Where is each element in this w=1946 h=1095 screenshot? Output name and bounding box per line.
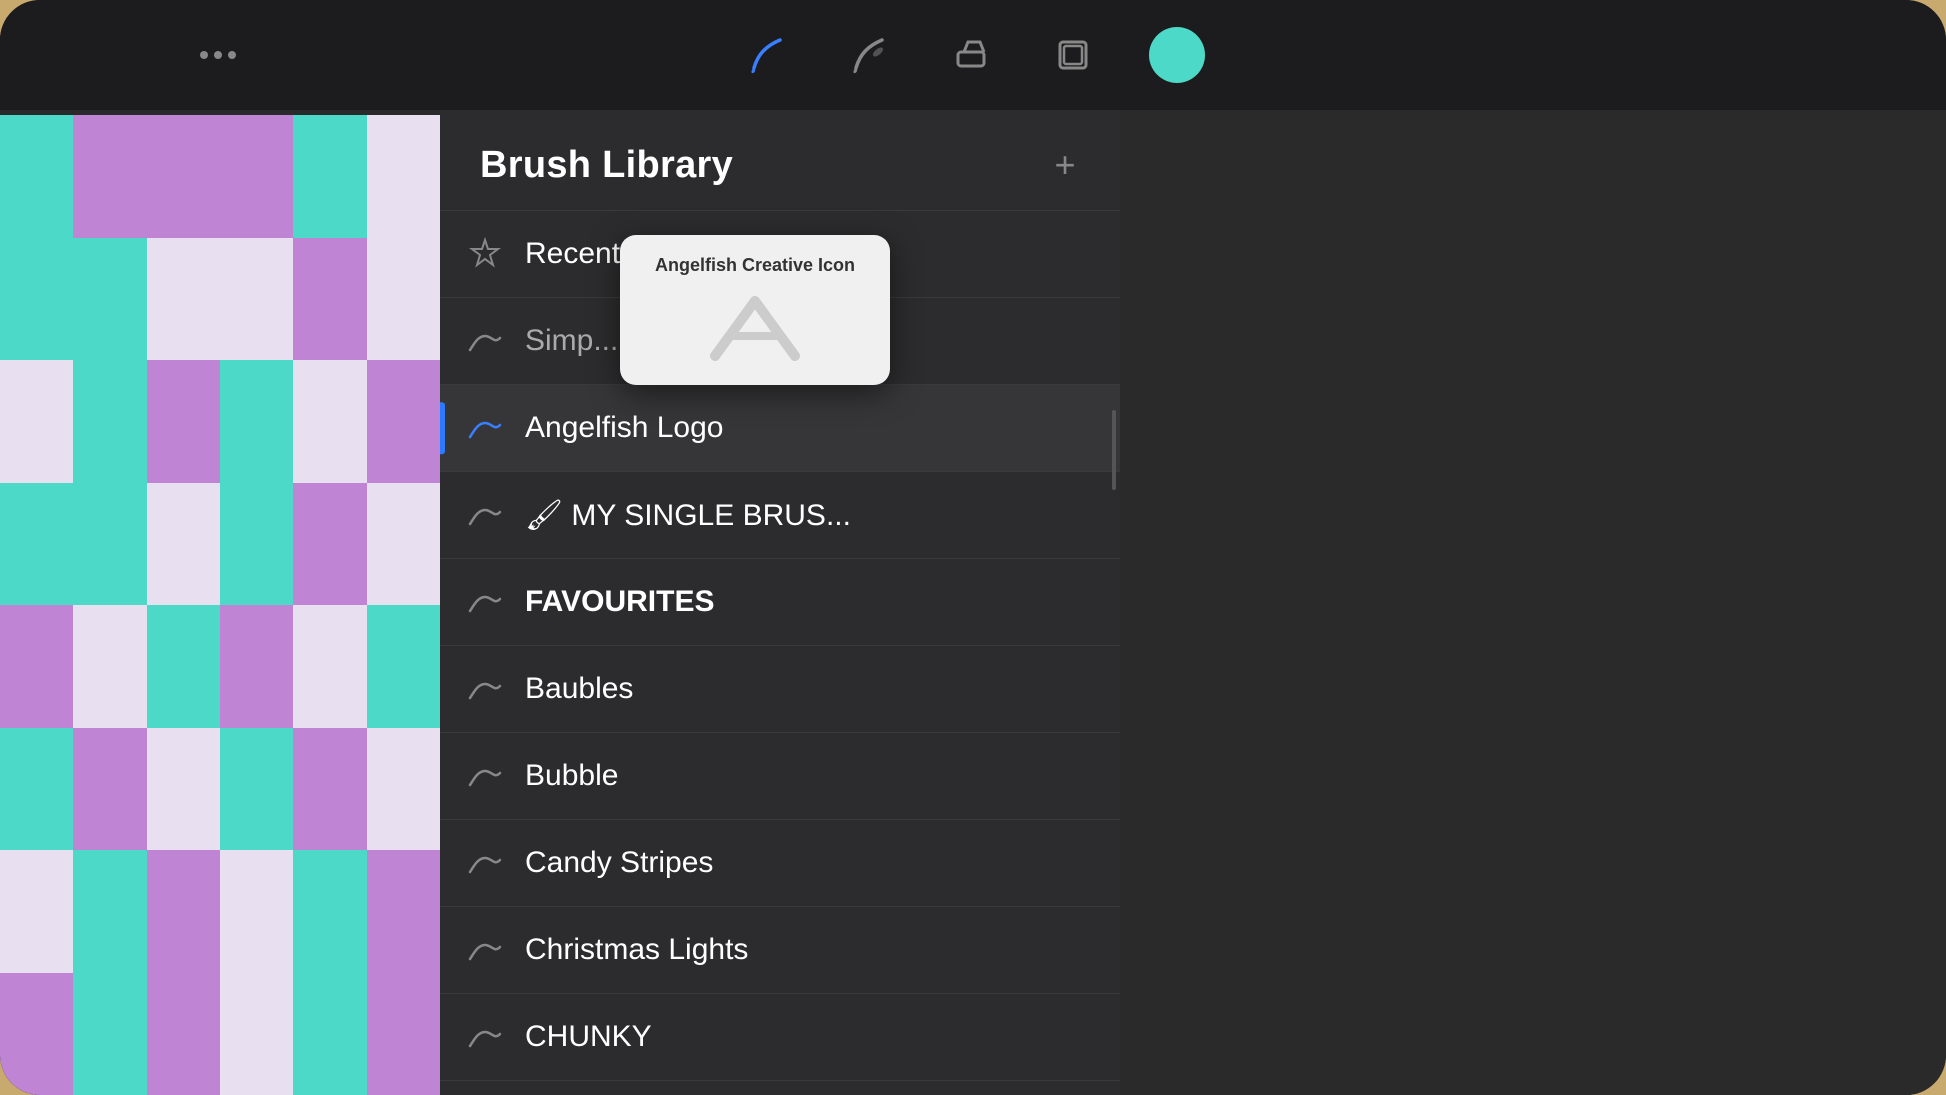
angelfish-logo-label: Angelfish Logo [525,411,724,445]
smudge-tool[interactable] [843,29,895,81]
my-single-brush-label: 🖌 MY SINGLE BRUS... [525,498,851,533]
color-picker[interactable] [1149,27,1205,83]
brush-item-chunky[interactable]: CHUNKY [440,994,1120,1081]
eraser-tool[interactable] [945,29,997,81]
brush-item-candy-stripes[interactable]: Candy Stripes [440,820,1120,907]
brush-wave-icon-christmas-lights [460,925,510,975]
brush-item-christmas-lights[interactable]: Christmas Lights [440,907,1120,994]
star-icon [460,229,510,279]
add-brush-button[interactable]: + [1040,140,1090,190]
brush-preview-tooltip: Angelfish Creative Icon [620,235,890,385]
candy-stripes-label: Candy Stripes [525,846,713,880]
recent-label: Recent [525,237,620,271]
brush-wave-icon-my-single [460,490,510,540]
right-content-area [1120,110,1946,1095]
toolbar-dot-1 [200,51,208,59]
device-frame: Brush Library + Recent S [0,0,1946,1095]
brush-wave-icon-candy-stripes [460,838,510,888]
brush-wave-icon-angelfish [460,403,510,453]
paintbrush-tool[interactable] [741,29,793,81]
favourites-label: FAVOURITES [525,585,714,619]
christmas-lights-label: Christmas Lights [525,933,748,967]
canvas-checkerboard [0,115,440,1095]
layers-tool[interactable] [1047,29,1099,81]
scroll-indicator [1112,410,1116,490]
toolbar-dot-2 [214,51,222,59]
simple-label: Simp... [525,324,618,358]
panel-header: Brush Library + [440,110,1120,211]
brush-item-baubles[interactable]: Baubles [440,646,1120,733]
canvas-area [0,0,440,1095]
toolbar-icons [741,27,1205,83]
selected-indicator [440,402,445,454]
brush-wave-icon-favourites [460,577,510,627]
top-toolbar [0,0,1946,110]
brush-item-my-single-brush[interactable]: 🖌 MY SINGLE BRUS... [440,472,1120,559]
baubles-label: Baubles [525,672,633,706]
brush-wave-icon-baubles [460,664,510,714]
brush-item-dandelion[interactable]: Dandelion [440,1081,1120,1095]
tooltip-preview-area [620,286,890,366]
tooltip-title: Angelfish Creative Icon [645,255,865,276]
toolbar-dot-3 [228,51,236,59]
brush-wave-icon-bubble [460,751,510,801]
brush-item-bubble[interactable]: Bubble [440,733,1120,820]
chunky-label: CHUNKY [525,1020,652,1054]
brush-item-favourites[interactable]: FAVOURITES [440,559,1120,646]
bubble-label: Bubble [525,759,618,793]
panel-title: Brush Library [480,144,733,187]
brush-wave-icon-chunky [460,1012,510,1062]
brush-item-angelfish-logo[interactable]: Angelfish Logo [440,385,1120,472]
toolbar-dots [200,51,236,59]
brush-wave-icon-simple [460,316,510,366]
